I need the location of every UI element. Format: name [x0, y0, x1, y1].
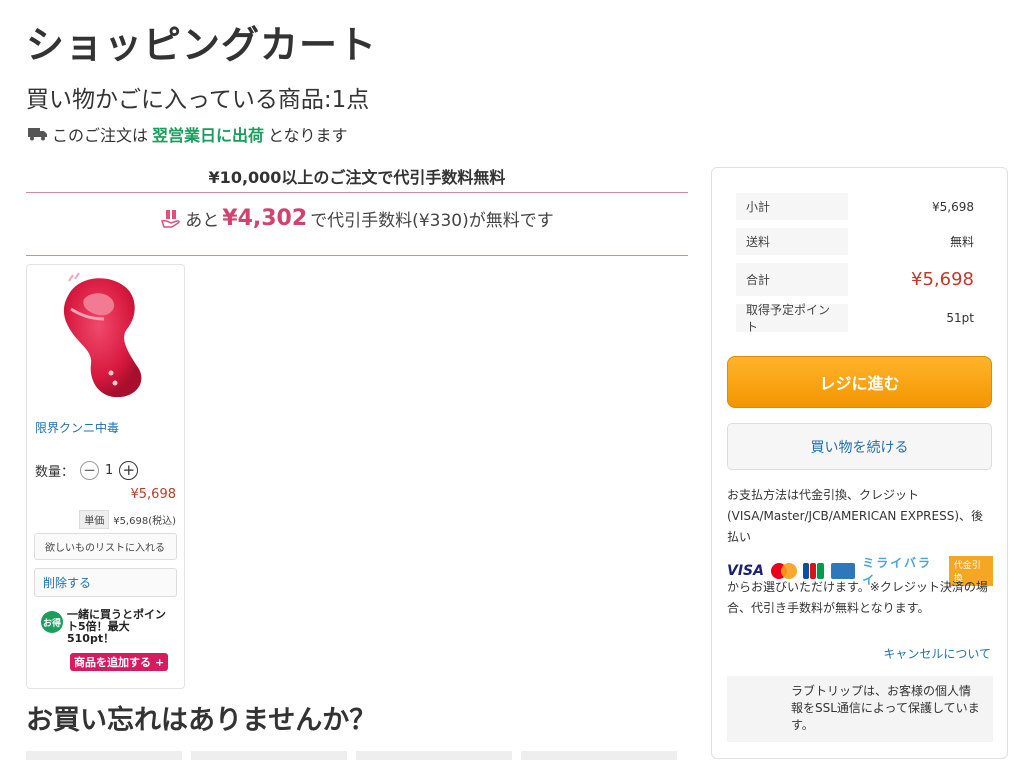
shipping-prefix: このご注文は [52, 126, 149, 145]
product-image[interactable] [49, 269, 159, 407]
add-to-wishlist-button[interactable]: 欲しいものリストに入れる [34, 533, 177, 560]
bonus-text: 一緒に買うとポイント5倍！最大510pt！ [67, 608, 166, 645]
order-summary-panel: 小計 ¥5,698 送料 無料 合計 ¥5,698 取得予定ポイント 51pt … [711, 167, 1008, 759]
divider [26, 255, 688, 256]
shipping-value: 無料 [949, 235, 974, 249]
summary-row-shipping: 送料 無料 [736, 228, 976, 255]
quantity-stepper: 数量： − 1 + [35, 461, 139, 480]
item-price: ¥5,698 [130, 487, 177, 502]
continue-shopping-button[interactable]: 買い物を続ける [727, 423, 992, 470]
ssl-notice: ラブトリップは、お客様の個人情報をSSL通信によって保護しています。 [727, 676, 993, 742]
unit-price-value: ¥5,698(税込) [113, 516, 176, 527]
bonus-offer: お得 一緒に買うとポイント5倍！最大510pt！ [41, 609, 172, 645]
points-label: 取得予定ポイント [736, 303, 848, 334]
unit-price-label: 単価 [79, 510, 110, 529]
recommend-tile[interactable] [26, 751, 182, 760]
truck-icon [28, 128, 47, 141]
cancel-policy-link[interactable]: キャンセルについて [883, 645, 991, 662]
promo-amount: ¥4,302 [222, 206, 308, 231]
summary-row-points: 取得予定ポイント 51pt [736, 303, 976, 334]
checkout-button[interactable]: レジに進む [727, 356, 992, 408]
payment-note-text: からお選びいただけます。※クレジット決済の場合、代引き手数料が無料となります。 [727, 580, 988, 615]
summary-row-total: 合計 ¥5,698 [736, 263, 976, 296]
bonus-badge: お得 [41, 611, 63, 633]
gift-hand-icon [161, 209, 181, 228]
quantity-minus-button[interactable]: − [80, 461, 100, 480]
add-item-label: 商品を追加する [74, 656, 151, 669]
total-label: 合計 [736, 263, 848, 296]
page-title: ショッピングカート [26, 23, 378, 67]
promo-title: ¥10,000以上のご注文で代引手数料無料 [208, 168, 506, 187]
payment-methods-text: お支払方法は代金引換、クレジット(VISA/Master/JCB/AMERICA… [727, 488, 984, 544]
promo-suffix: で代引手数料(¥330)が無料です [310, 211, 554, 231]
total-value: ¥5,698 [911, 269, 974, 290]
recommend-title: お買い忘れはありませんか？ [26, 705, 377, 736]
quantity-plus-button[interactable]: + [119, 461, 139, 480]
divider [26, 192, 688, 193]
add-item-button[interactable]: 商品を追加する + [70, 653, 169, 671]
recommend-tile[interactable] [521, 751, 677, 760]
unit-price-row: 単価 ¥5,698(税込) [79, 510, 176, 529]
summary-row-subtotal: 小計 ¥5,698 [736, 193, 976, 220]
cart-count: 買い物かごに入っている商品:1点 [26, 87, 370, 113]
promo-message: あと ¥4,302 で代引手数料(¥330)が無料です [26, 206, 688, 231]
product-name-link[interactable]: 限界クンニ中毒 [35, 419, 119, 436]
delete-item-button[interactable]: 削除する [34, 568, 177, 597]
points-value: 51pt [946, 311, 974, 325]
shipping-highlight: 翌営業日に出荷 [152, 126, 265, 145]
promo-prefix: あと [185, 211, 220, 231]
cart-item-card: 限界クンニ中毒 数量： − 1 + ¥5,698 単価 ¥5,698(税込) 欲… [26, 264, 185, 689]
recommend-tile[interactable] [191, 751, 347, 760]
quantity-label: 数量： [35, 465, 75, 480]
subtotal-value: ¥5,698 [932, 199, 974, 214]
subtotal-label: 小計 [736, 193, 848, 220]
recommend-tile[interactable] [356, 751, 512, 760]
shipping-label: 送料 [736, 228, 848, 255]
plus-icon: + [155, 655, 165, 669]
quantity-value: 1 [105, 463, 114, 478]
shipping-note: このご注文は 翌営業日に出荷 となります [28, 122, 348, 146]
shipping-suffix: となります [268, 126, 348, 145]
